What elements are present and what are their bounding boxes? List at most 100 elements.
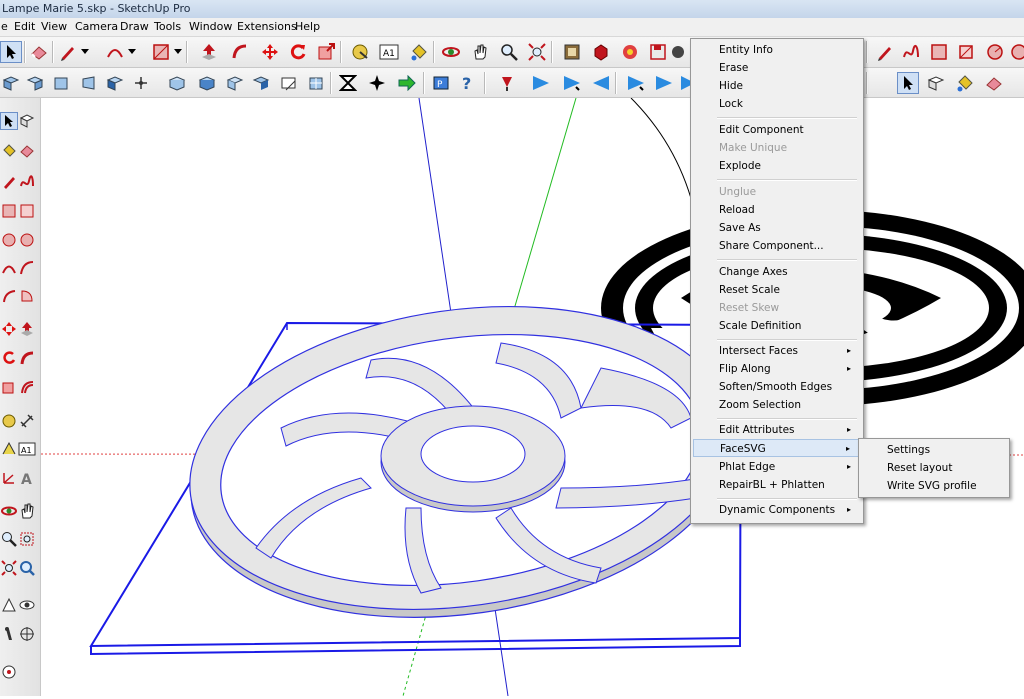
rotated-rectangle-icon[interactable] [955, 41, 977, 63]
orbit-icon[interactable] [440, 41, 462, 63]
polygon-icon[interactable] [1008, 41, 1024, 63]
three-point-arc-icon[interactable] [18, 287, 36, 305]
follow-me-icon[interactable] [18, 349, 36, 367]
paint-bucket-icon[interactable] [954, 72, 976, 94]
sandbox-icon[interactable] [0, 663, 18, 681]
top-view-icon[interactable] [24, 72, 46, 94]
polygon-icon[interactable] [18, 231, 36, 249]
menu-item-edit-component[interactable]: Edit Component [693, 121, 859, 139]
pan-icon[interactable] [469, 41, 491, 63]
menu-item-explode[interactable]: Explode [693, 157, 859, 175]
arc-icon[interactable] [104, 41, 126, 63]
axes-icon[interactable] [0, 469, 18, 487]
move-icon[interactable] [0, 320, 18, 338]
rotate-icon[interactable] [287, 41, 309, 63]
zoom-icon[interactable] [0, 530, 18, 548]
section-cut-icon[interactable] [561, 72, 583, 94]
paint-icon[interactable] [667, 41, 689, 63]
menu-extensions[interactable]: Extensions [237, 20, 297, 33]
monochrome-icon[interactable] [278, 72, 300, 94]
previous-view-icon[interactable] [18, 559, 36, 577]
look-around-icon[interactable] [18, 596, 36, 614]
help-icon[interactable]: ? [456, 72, 478, 94]
rotate-icon[interactable] [0, 349, 18, 367]
menu-tools[interactable]: Tools [154, 20, 181, 33]
scale-icon[interactable] [315, 41, 337, 63]
section-plane-icon[interactable] [18, 625, 36, 643]
right-view-icon[interactable] [78, 72, 100, 94]
text-icon[interactable]: A1 [378, 41, 400, 63]
intersect-icon[interactable] [366, 72, 388, 94]
section-fill-icon[interactable] [590, 72, 612, 94]
submenu-item-reset-layout[interactable]: Reset layout [861, 459, 1005, 477]
rotated-rectangle-icon[interactable] [18, 202, 36, 220]
menu-item-hide[interactable]: Hide [693, 77, 859, 95]
wireframe-icon[interactable] [196, 72, 218, 94]
zoom-window-icon[interactable] [18, 530, 36, 548]
menu-item-save-as[interactable]: Save As [693, 219, 859, 237]
textured-icon[interactable] [305, 72, 327, 94]
rectangle-icon[interactable] [0, 202, 18, 220]
back-view-icon[interactable] [104, 72, 126, 94]
paint-bucket-icon[interactable] [408, 41, 430, 63]
menu-item-lock[interactable]: Lock [693, 95, 859, 113]
zoom-extents-icon[interactable] [526, 41, 548, 63]
select-arrow-icon[interactable] [0, 41, 22, 63]
paint-bucket-icon[interactable] [0, 142, 18, 160]
pencil-icon[interactable] [57, 41, 79, 63]
menu-item-zoom-selection[interactable]: Zoom Selection [693, 396, 859, 414]
components-icon[interactable] [590, 41, 612, 63]
push-pull-icon[interactable] [18, 320, 36, 338]
modeling-viewport[interactable] [40, 97, 1024, 697]
eraser-icon[interactable] [983, 72, 1005, 94]
iso-view-icon[interactable] [0, 72, 22, 94]
axes-icon[interactable] [130, 72, 152, 94]
move-icon[interactable] [259, 41, 281, 63]
next-arrow-icon[interactable] [396, 72, 418, 94]
circle-icon[interactable] [984, 41, 1006, 63]
menu-view[interactable]: View [41, 20, 67, 33]
pencil-icon[interactable] [874, 41, 896, 63]
pan-icon[interactable] [18, 502, 36, 520]
components-icon[interactable] [18, 112, 36, 130]
menu-item-dynamic-components[interactable]: Dynamic Components ▸ [693, 501, 859, 519]
eraser-icon[interactable] [18, 142, 36, 160]
scale-icon[interactable] [0, 378, 18, 396]
hidden-line-icon[interactable] [224, 72, 246, 94]
freehand-icon[interactable] [900, 41, 922, 63]
select-arrow-icon[interactable] [897, 72, 919, 94]
eraser-icon[interactable] [28, 41, 50, 63]
3d-text-icon[interactable]: A [18, 469, 36, 487]
xray-icon[interactable] [166, 72, 188, 94]
menu-item-reset-scale[interactable]: Reset Scale [693, 281, 859, 299]
extension-icon[interactable] [619, 41, 641, 63]
menu-item-erase[interactable]: Erase [693, 59, 859, 77]
section-icon[interactable] [530, 72, 552, 94]
menu-item-entity-info[interactable]: Entity Info [693, 41, 859, 59]
phlat-icon[interactable]: P [430, 72, 452, 94]
save-icon[interactable] [647, 41, 669, 63]
arc-icon[interactable] [0, 259, 18, 277]
tape-measure-icon[interactable] [349, 41, 371, 63]
submenu-item-write-svg-profile[interactable]: Write SVG profile [861, 477, 1005, 495]
protractor-icon[interactable] [0, 440, 18, 458]
text-icon[interactable]: A1 [18, 440, 36, 458]
menu-item-edit-attributes[interactable]: Edit Attributes ▸ [693, 421, 859, 439]
shaded-icon[interactable] [250, 72, 272, 94]
menu-file[interactable]: e [1, 20, 8, 33]
orbit-icon[interactable] [0, 502, 18, 520]
menu-item-share-component[interactable]: Share Component... [693, 237, 859, 255]
pie-icon[interactable] [0, 287, 18, 305]
menu-edit[interactable]: Edit [14, 20, 35, 33]
circle-icon[interactable] [0, 231, 18, 249]
menu-draw[interactable]: Draw [120, 20, 149, 33]
warehouse-icon[interactable] [561, 41, 583, 63]
menu-item-phlat-edge[interactable]: Phlat Edge ▸ [693, 458, 859, 476]
front-view-icon[interactable] [50, 72, 72, 94]
rectangle-icon[interactable] [928, 41, 950, 63]
menu-window[interactable]: Window [189, 20, 232, 33]
menu-item-facesvg[interactable]: FaceSVG ▸ [693, 439, 859, 457]
section-plane-icon[interactable] [653, 72, 675, 94]
chevron-down-icon[interactable] [126, 41, 138, 63]
menu-item-flip-along[interactable]: Flip Along ▸ [693, 360, 859, 378]
